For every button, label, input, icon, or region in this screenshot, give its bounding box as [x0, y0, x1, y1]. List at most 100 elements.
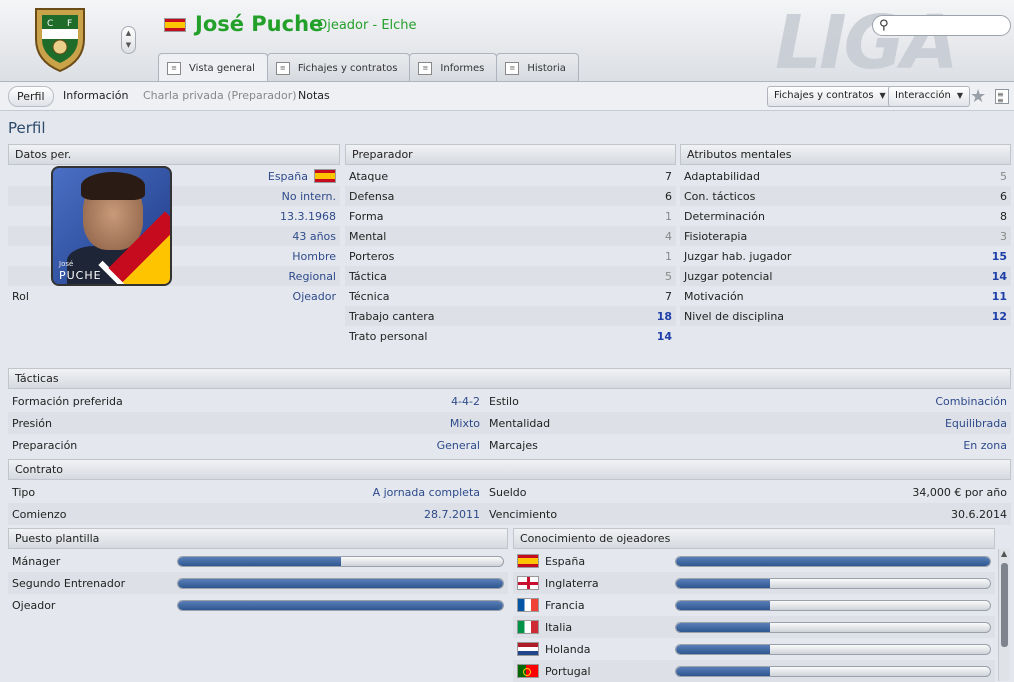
list-item: Fisioterapia 3 — [680, 226, 1011, 246]
row-label: Forma — [349, 209, 384, 223]
list-item: Ataque 7 — [345, 166, 676, 186]
dropdown-label: Interacción — [895, 90, 951, 101]
row-value: Equilibrada — [944, 416, 1007, 430]
row-label: Preparación — [12, 438, 78, 452]
add-note-icon[interactable]: ≡ ≡ — [995, 89, 1009, 105]
spain-flag-icon — [517, 554, 539, 568]
row-label: Tipo — [12, 485, 36, 499]
list-item[interactable]: Portugal — [513, 660, 995, 682]
row-label: Técnica — [349, 289, 390, 303]
subnav-notas[interactable]: Notas — [290, 86, 338, 105]
row-label: Adaptabilidad — [684, 169, 760, 183]
tacticas-list: Formación preferida 4-4-2 Estilo Combinació… — [8, 390, 1011, 456]
list-item: Técnica 7 — [345, 286, 676, 306]
conocimiento-ojeadores-panel: Conocimiento de ojeadores España Inglate… — [513, 528, 995, 682]
chevron-down-icon: ▼ — [956, 91, 963, 100]
row-label: Mánager — [12, 554, 61, 568]
mentales-list: Adaptabilidad 5 Con. tácticos 6 Determinac… — [680, 166, 1011, 326]
row-value[interactable]: España — [268, 170, 308, 183]
vertical-scrollbar[interactable]: ▲ — [998, 549, 1010, 681]
prev-next-stepper[interactable]: ▲ ▼ — [121, 26, 136, 54]
tab-label: Historia — [527, 63, 566, 74]
document-icon: ≡ — [275, 62, 290, 75]
row-value: 15 — [991, 249, 1007, 263]
level-bar — [177, 577, 504, 589]
tab-informes[interactable]: ≡ Informes — [409, 53, 498, 81]
person-photo: José PUCHE — [51, 166, 172, 286]
level-fill — [178, 578, 503, 588]
level-fill — [676, 556, 990, 566]
level-bar — [675, 665, 991, 677]
person-card-icon: ≡ — [167, 61, 181, 75]
row-label: Mental — [349, 229, 387, 243]
list-item: Motivación 11 — [680, 286, 1011, 306]
tab-label: Fichajes y contratos — [297, 63, 398, 74]
header-bar: LIGA a C F ▲▼ José Puche Ojeador - Elche… — [0, 0, 1014, 82]
row-value: General — [436, 438, 480, 452]
row-label: Portugal — [545, 664, 591, 678]
page-title: Perfil — [8, 119, 46, 137]
search-input[interactable]: ⚲ — [872, 15, 1011, 36]
list-item[interactable]: España — [513, 550, 995, 572]
subnav-perfil[interactable]: Perfil — [8, 86, 54, 107]
table-row: Presión Mixto Mentalidad Equilibrada — [8, 412, 1011, 434]
row-value: 1 — [665, 249, 672, 263]
fichajes-dropdown[interactable]: Fichajes y contratos ▼ — [767, 86, 893, 107]
list-item: Defensa 6 — [345, 186, 676, 206]
list-item: Mental 4 — [345, 226, 676, 246]
level-fill — [676, 666, 771, 676]
level-bar — [675, 555, 991, 567]
photo-last-name: PUCHE — [59, 269, 102, 282]
list-item: Nivel de disciplina 12 — [680, 306, 1011, 326]
tab-vista-general[interactable]: ≡ Vista general — [158, 53, 268, 81]
person-role-club[interactable]: Ojeador - Elche — [317, 18, 417, 33]
table-row: Tipo A jornada completa Sueldo 34,000 € por… — [8, 481, 1011, 503]
scroll-icon: ≡ — [505, 62, 520, 75]
level-fill — [676, 622, 771, 632]
list-item: Forma 1 — [345, 206, 676, 226]
row-label: Sueldo — [489, 485, 527, 499]
photo-hair — [81, 172, 145, 200]
subnav-charla-privada[interactable]: Charla privada (Preparador) — [135, 86, 305, 105]
list-item: Trato personal 14 — [345, 326, 676, 346]
tab-historia[interactable]: ≡ Historia — [496, 53, 579, 81]
list-item: Segundo Entrenador — [8, 572, 508, 594]
row-label: Marcajes — [489, 438, 538, 452]
row-value: 14 — [656, 329, 672, 343]
tab-label: Informes — [440, 63, 485, 74]
row-value: 18 — [656, 309, 672, 323]
star-icon[interactable]: ★ — [970, 86, 986, 107]
tab-fichajes-contratos[interactable]: ≡ Fichajes y contratos — [266, 53, 411, 81]
list-item[interactable]: Holanda — [513, 638, 995, 660]
club-crest-icon[interactable]: C F — [32, 5, 88, 73]
row-value: 5 — [1000, 169, 1007, 183]
scrollbar-thumb[interactable] — [1001, 563, 1008, 647]
row-label: Con. tácticos — [684, 189, 756, 203]
list-item: Con. tácticos 6 — [680, 186, 1011, 206]
row-label: Trabajo cantera — [349, 309, 435, 323]
list-item: Mánager — [8, 550, 508, 572]
dropdown-label: Fichajes y contratos — [774, 90, 874, 101]
list-item[interactable]: Inglaterra — [513, 572, 995, 594]
conocimiento-list: España Inglaterra Francia Italia Holanda… — [513, 550, 995, 682]
list-item: Determinación 8 — [680, 206, 1011, 226]
list-item[interactable]: Italia — [513, 616, 995, 638]
row-value: 8 — [1000, 209, 1007, 223]
level-fill — [676, 644, 771, 654]
row-value[interactable]: Ojeador — [293, 290, 336, 303]
row-value: 4-4-2 — [451, 394, 480, 408]
row-value: 43 años — [292, 229, 336, 243]
list-item: Ojeador — [8, 594, 508, 616]
subnav-informacion[interactable]: Información — [55, 86, 136, 105]
svg-text:F: F — [67, 19, 72, 29]
portugal-flag-icon — [517, 664, 539, 678]
england-flag-icon — [517, 576, 539, 590]
row-value: 11 — [991, 289, 1007, 303]
row-label: Juzgar hab. jugador — [684, 249, 792, 263]
row-label: Francia — [545, 598, 585, 612]
interaccion-dropdown[interactable]: Interacción ▼ — [888, 86, 970, 107]
row-label: Nivel de disciplina — [684, 309, 785, 323]
scroll-up-icon[interactable]: ▲ — [1001, 549, 1007, 558]
svg-text:C: C — [47, 19, 53, 29]
list-item[interactable]: Francia — [513, 594, 995, 616]
